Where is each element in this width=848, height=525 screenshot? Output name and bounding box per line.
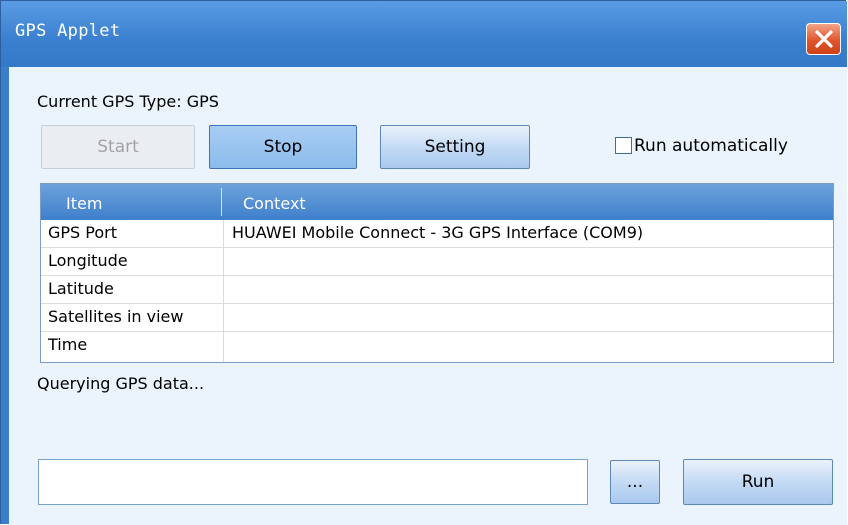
start-button[interactable]: Start [41,125,195,169]
client-area: Current GPS Type: GPS Start Stop Setting… [9,67,847,525]
current-gps-type-label: Current GPS Type: GPS [37,92,219,111]
row-context: HUAWEI Mobile Connect - 3G GPS Interface… [232,223,644,242]
row-item: Longitude [48,251,128,270]
column-header-context[interactable]: Context [243,194,306,213]
row-item: Time [48,335,88,354]
row-item: Latitude [48,279,114,298]
close-icon [815,30,833,48]
column-divider[interactable] [221,188,222,216]
run-automatically-checkbox[interactable]: Run automatically [615,136,788,156]
column-header-item[interactable]: Item [66,194,102,213]
table-row[interactable]: Latitude [41,276,833,304]
table-row[interactable]: GPS Port HUAWEI Mobile Connect - 3G GPS … [41,220,833,248]
table-header: Item Context [41,184,833,220]
command-input[interactable] [38,459,588,505]
run-button[interactable]: Run [683,459,833,505]
table-row[interactable]: Longitude [41,248,833,276]
stop-button[interactable]: Stop [209,125,357,169]
title-bar: GPS Applet [1,1,847,67]
gps-info-table: Item Context GPS Port HUAWEI Mobile Conn… [40,183,834,363]
row-item: Satellites in view [48,307,184,326]
checkbox-box[interactable] [615,137,632,154]
window-title: GPS Applet [15,21,121,41]
run-automatically-label: Run automatically [634,136,788,156]
browse-button[interactable]: ... [610,460,660,504]
setting-button[interactable]: Setting [380,125,530,169]
close-button[interactable] [806,23,841,55]
status-text: Querying GPS data... [37,374,205,393]
table-row[interactable]: Time [41,332,833,360]
row-item: GPS Port [48,223,118,242]
table-row[interactable]: Satellites in view [41,304,833,332]
gps-applet-window: GPS Applet Current GPS Type: GPS Start S… [0,0,847,525]
